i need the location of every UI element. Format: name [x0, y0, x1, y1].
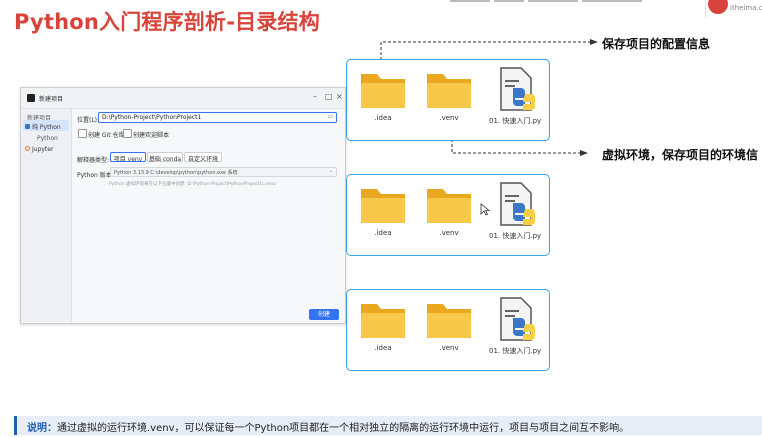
- file-label: 01. 快速入门.py: [489, 117, 542, 125]
- folder-icon: [361, 74, 405, 108]
- venv-arrow-head: [580, 150, 588, 156]
- config-arrow-head: [590, 39, 598, 45]
- python-file-icon: [500, 297, 535, 341]
- file-label: 01. 快速入门.py: [489, 347, 542, 355]
- python-file[interactable]: 01. 快速入门.py: [489, 181, 541, 241]
- mouse-cursor-icon: [480, 203, 490, 216]
- file-label: .idea: [374, 114, 392, 122]
- annotation-venv: 虚拟环境，保存项目的环境信: [602, 148, 759, 162]
- file-panel-3: .idea .venv 01. 快速入门.py: [346, 289, 550, 371]
- explanation-note: 说明：通过虚拟的运行环境.venv，可以保证每一个Python项目都在一个相对独…: [14, 416, 762, 435]
- file-label: .venv: [439, 114, 459, 122]
- file-panel-1: .idea .venv 01. 快速入门.py: [346, 59, 550, 141]
- python-file-icon: [500, 67, 535, 111]
- folder-icon: [427, 74, 471, 108]
- file-label: 01. 快速入门.py: [489, 232, 542, 240]
- venv-folder[interactable]: .venv: [423, 300, 475, 352]
- annotation-config: 保存项目的配置信息: [602, 37, 711, 51]
- python-file[interactable]: 01. 快速入门.py: [489, 296, 541, 356]
- folder-icon: [361, 304, 405, 338]
- note-text-line: 说明：通过虚拟的运行环境.venv，可以保证每一个Python项目都在一个相对独…: [27, 419, 629, 434]
- python-file[interactable]: 01. 快速入门.py: [489, 66, 541, 126]
- file-label: .idea: [374, 344, 392, 352]
- folder-icon: [361, 189, 405, 223]
- file-label: .idea: [374, 229, 392, 237]
- venv-folder[interactable]: .venv: [423, 70, 475, 122]
- venv-folder[interactable]: .venv: [423, 185, 475, 237]
- note-label: 说明：: [27, 423, 57, 434]
- python-file-icon: [500, 182, 535, 226]
- folder-icon: [427, 189, 471, 223]
- folder-icon: [427, 304, 471, 338]
- idea-folder[interactable]: .idea: [357, 70, 409, 122]
- file-label: .venv: [439, 344, 459, 352]
- file-panel-2: .idea .venv 01. 快速入门.py: [346, 174, 550, 256]
- note-body: 通过虚拟的运行环境.venv，可以保证每一个Python项目都在一个相对独立的隔…: [57, 423, 630, 434]
- idea-folder[interactable]: .idea: [357, 185, 409, 237]
- file-label: .venv: [439, 229, 459, 237]
- idea-folder[interactable]: .idea: [357, 300, 409, 352]
